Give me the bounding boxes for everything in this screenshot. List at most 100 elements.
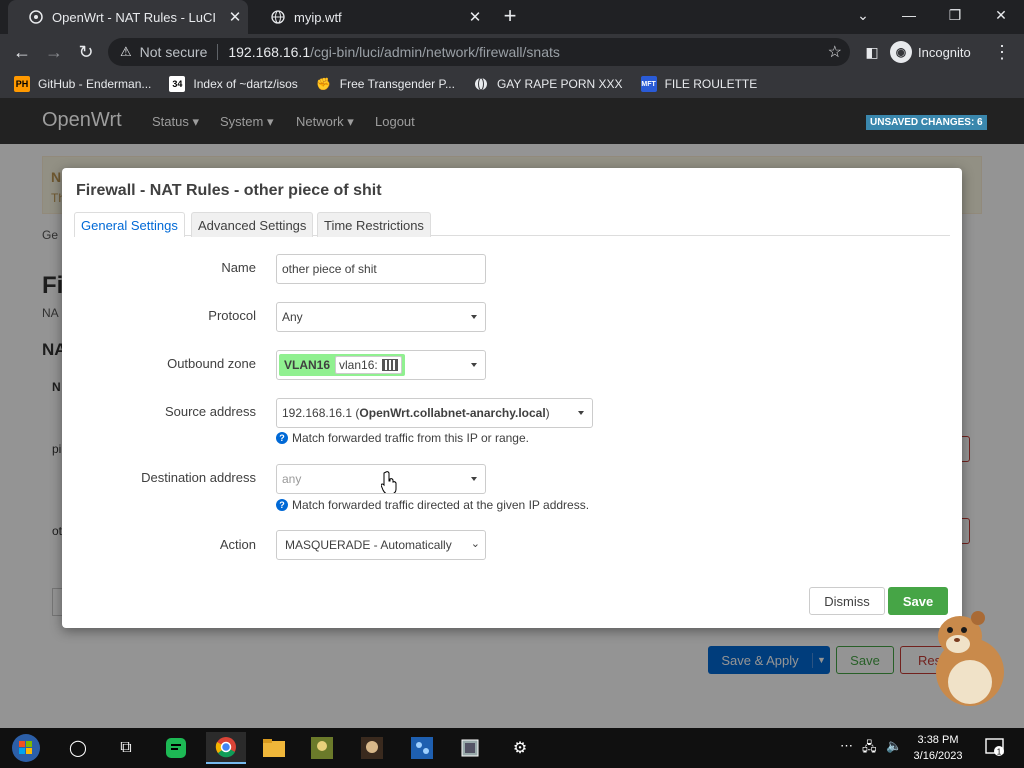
warning-icon: ⚠ (120, 44, 132, 59)
bookmark-item[interactable]: ✊ Free Transgender P... (316, 76, 455, 92)
source-close: ) (545, 406, 550, 420)
tab-general-settings[interactable]: General Settings (74, 212, 185, 237)
menu-network[interactable]: Network ▾ (296, 114, 354, 130)
modal-title: Firewall - NAT Rules - other piece of sh… (76, 182, 382, 199)
destination-hint: ? Match forwarded traffic directed at th… (276, 498, 589, 512)
destination-hint-text: Match forwarded traffic directed at the … (292, 498, 590, 512)
globe-icon (270, 9, 286, 25)
incognito-icon: ◉ (890, 41, 912, 63)
virtual-machine-icon[interactable] (450, 732, 490, 764)
tray-overflow-icon[interactable]: ⋯ (840, 738, 853, 754)
clock-time: 3:38 PM (917, 734, 959, 746)
outbound-zone-select[interactable]: VLAN16 vlan16: (276, 350, 486, 380)
browser-tabstrip: OpenWrt - NAT Rules - LuCI ✕ myip.wtf ✕ … (0, 0, 1024, 34)
brand-logo[interactable]: OpenWrt (42, 109, 122, 132)
page-viewport: OpenWrt Status ▾ System ▾ Network ▾ Logo… (0, 98, 1024, 728)
tab-title: myip.wtf (294, 9, 342, 25)
bookmark-item[interactable]: GAY RAPE PORN XXX (473, 76, 623, 92)
hamster-sticker (936, 611, 1004, 706)
protocol-select[interactable]: Any (276, 302, 486, 332)
app-icon[interactable] (352, 732, 392, 764)
openwrt-favicon-icon (28, 9, 44, 25)
dismiss-button[interactable]: Dismiss (809, 587, 885, 615)
source-hostname: OpenWrt.collabnet-anarchy.local (359, 406, 546, 420)
fist-icon: ✊ (316, 77, 332, 91)
minimize-button[interactable]: — (886, 0, 932, 30)
close-tab-icon[interactable]: ✕ (222, 8, 248, 26)
zone-interface: vlan16: (335, 356, 402, 374)
zone-interface-label: vlan16: (339, 358, 378, 372)
notifications-count: 1 (997, 748, 1002, 757)
modal-tabs: General Settings Advanced Settings Time … (74, 212, 950, 237)
task-view-icon[interactable]: ⧉ (106, 732, 146, 764)
security-label: Not secure (139, 44, 208, 60)
bookmark-label: GAY RAPE PORN XXX (496, 77, 623, 91)
app-icon[interactable] (302, 732, 342, 764)
menu-status[interactable]: Status ▾ (152, 114, 199, 130)
new-tab-button[interactable]: + (498, 4, 522, 28)
help-icon: ? (276, 432, 288, 444)
menu-system[interactable]: System ▾ (220, 114, 273, 130)
chevron-down-icon (471, 477, 477, 481)
hand-cursor-icon (381, 471, 397, 493)
tab-time-restrictions[interactable]: Time Restrictions (317, 212, 431, 237)
bookmark-item[interactable]: 34 Index of ~dartz/isos (169, 76, 298, 92)
action-label: Action (219, 537, 256, 552)
bookmark-label: Index of ~dartz/isos (193, 77, 298, 91)
chat-app-icon[interactable] (156, 732, 196, 764)
chrome-icon[interactable] (206, 732, 246, 764)
file-roulette-logo-icon: MFT (640, 76, 657, 92)
clock[interactable]: 3:38 PM 3/16/2023 (904, 732, 972, 764)
menu-logout[interactable]: Logout (375, 114, 415, 129)
divider (217, 44, 219, 60)
tab-openwrt[interactable]: OpenWrt - NAT Rules - LuCI ✕ (8, 0, 248, 34)
zone-badge: VLAN16 vlan16: (279, 354, 405, 376)
close-tab-icon[interactable]: ✕ (462, 8, 488, 26)
name-input[interactable]: other piece of shit (276, 254, 486, 284)
clock-date: 3/16/2023 (913, 750, 963, 762)
taskbar: ◯ ⧉ ⚙ ⋯ 🖧 🔈 3:38 PM 3/16/2023 1 (0, 728, 1024, 768)
app-icon[interactable] (402, 732, 442, 764)
url-host: 192.168.16.1 (228, 44, 311, 60)
source-address-select[interactable]: 192.168.16.1 (OpenWrt.collabnet-anarchy.… (276, 398, 593, 428)
address-bar[interactable]: ⚠ Not secure 192.168.16.1 /cgi-bin/luci/… (108, 38, 850, 66)
reload-button[interactable]: ↻ (74, 40, 98, 64)
chevron-down-icon: ⌄ (470, 538, 480, 550)
destination-placeholder: any (282, 472, 302, 486)
nat-rule-modal: Firewall - NAT Rules - other piece of sh… (62, 168, 962, 628)
bookmarks-bar: PH GitHub - Enderman... 34 Index of ~dar… (0, 70, 1024, 98)
source-hint-text: Match forwarded traffic from this IP or … (292, 431, 529, 445)
unsaved-changes-badge[interactable]: UNSAVED CHANGES: 6 (866, 115, 987, 130)
rule34-logo-icon: 34 (169, 76, 186, 92)
tab-myip[interactable]: myip.wtf ✕ (250, 0, 488, 34)
restore-button[interactable]: ❐ (932, 0, 978, 30)
outbound-zone-label: Outbound zone (167, 356, 256, 371)
bookmark-item[interactable]: PH GitHub - Enderman... (14, 76, 151, 92)
menu-kebab-icon[interactable]: ⋮ (990, 40, 1014, 64)
source-address-label: Source address (164, 404, 256, 419)
zone-name: VLAN16 (284, 358, 331, 372)
side-panel-icon[interactable]: ◧ (860, 40, 884, 64)
chevron-down-icon (578, 411, 584, 415)
file-explorer-icon[interactable] (254, 732, 294, 764)
pornhub-logo-icon: PH (14, 76, 30, 92)
bookmark-label: GitHub - Enderman... (38, 77, 152, 91)
volume-icon[interactable]: 🔈 (886, 738, 902, 754)
notifications-icon[interactable]: 1 (984, 736, 1006, 761)
network-icon[interactable]: 🖧 (862, 738, 877, 760)
bookmark-label: FILE ROULETTE (664, 77, 758, 91)
windows-start-icon[interactable] (6, 732, 46, 764)
tab-search-icon[interactable]: ⌄ (840, 0, 886, 30)
close-window-button[interactable]: ✕ (978, 0, 1024, 30)
incognito-badge[interactable]: ◉ Incognito (890, 40, 971, 64)
action-select[interactable]: MASQUERADE - Automatically ⌄ (276, 530, 486, 560)
settings-gear-icon[interactable]: ⚙ (500, 732, 540, 764)
bookmark-star-icon[interactable]: ☆ (828, 42, 842, 62)
tab-title: OpenWrt - NAT Rules - LuCI (52, 9, 216, 25)
forward-button[interactable]: → (42, 40, 66, 64)
network-port-icon (381, 359, 398, 371)
bookmark-item[interactable]: MFT FILE ROULETTE (640, 76, 758, 92)
back-button[interactable]: ← (10, 40, 34, 64)
search-icon[interactable]: ◯ (58, 732, 98, 764)
tab-advanced-settings[interactable]: Advanced Settings (191, 212, 314, 237)
